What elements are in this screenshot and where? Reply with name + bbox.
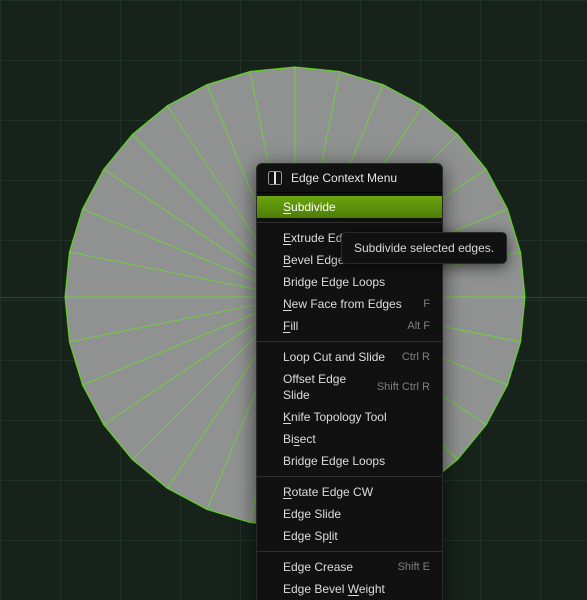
menu-separator (257, 341, 442, 342)
menu-item-label: Bridge Edge Loops (283, 274, 430, 290)
menu-item-new-face-from-edges[interactable]: New Face from EdgesF (257, 293, 442, 315)
edge-icon (267, 170, 283, 186)
menu-item-label: Subdivide (283, 199, 430, 215)
menu-item-bisect[interactable]: Bisect (257, 428, 442, 450)
menu-separator (257, 476, 442, 477)
menu-item-edge-crease[interactable]: Edge CreaseShift E (257, 556, 442, 578)
tooltip-text: Subdivide selected edges. (354, 241, 494, 255)
menu-item-label: Edge Bevel Weight (283, 581, 430, 597)
menu-item-loop-cut-and-slide[interactable]: Loop Cut and SlideCtrl R (257, 346, 442, 368)
menu-header: Edge Context Menu (257, 165, 442, 193)
menu-item-shortcut: Ctrl R (392, 349, 430, 365)
menu-item-label: Rotate Edge CW (283, 484, 430, 500)
menu-item-shortcut: Alt F (397, 318, 430, 334)
menu-title: Edge Context Menu (291, 171, 397, 185)
menu-item-label: Bridge Edge Loops (283, 453, 430, 469)
menu-item-label: Offset Edge Slide (283, 371, 367, 403)
menu-item-label: Edge Slide (283, 506, 430, 522)
menu-item-label: Edge Split (283, 528, 430, 544)
menu-item-fill[interactable]: FillAlt F (257, 315, 442, 337)
menu-separator (257, 551, 442, 552)
menu-item-label: Loop Cut and Slide (283, 349, 392, 365)
menu-item-label: Edge Crease (283, 559, 388, 575)
menu-item-bridge-edge-loops[interactable]: Bridge Edge Loops (257, 271, 442, 293)
menu-item-subdivide[interactable]: Subdivide (257, 196, 442, 218)
menu-item-edge-bevel-weight[interactable]: Edge Bevel Weight (257, 578, 442, 600)
menu-item-label: Bisect (283, 431, 430, 447)
menu-item-offset-edge-slide[interactable]: Offset Edge SlideShift Ctrl R (257, 368, 442, 406)
edge-context-menu: Edge Context Menu SubdivideExtrude Edges… (256, 163, 443, 600)
menu-item-rotate-edge-cw[interactable]: Rotate Edge CW (257, 481, 442, 503)
menu-item-knife-topology-tool[interactable]: Knife Topology Tool (257, 406, 442, 428)
menu-item-shortcut: F (413, 296, 430, 312)
menu-item-edge-slide[interactable]: Edge Slide (257, 503, 442, 525)
menu-item-label: Knife Topology Tool (283, 409, 430, 425)
menu-separator (257, 222, 442, 223)
menu-item-bridge-edge-loops[interactable]: Bridge Edge Loops (257, 450, 442, 472)
menu-item-shortcut: Shift Ctrl R (367, 379, 430, 395)
viewport-3d[interactable]: Edge Context Menu SubdivideExtrude Edges… (0, 0, 587, 600)
menu-item-label: Fill (283, 318, 397, 334)
menu-item-shortcut: Shift E (388, 559, 430, 575)
tooltip: Subdivide selected edges. (341, 232, 507, 264)
menu-item-label: New Face from Edges (283, 296, 413, 312)
menu-item-edge-split[interactable]: Edge Split (257, 525, 442, 547)
